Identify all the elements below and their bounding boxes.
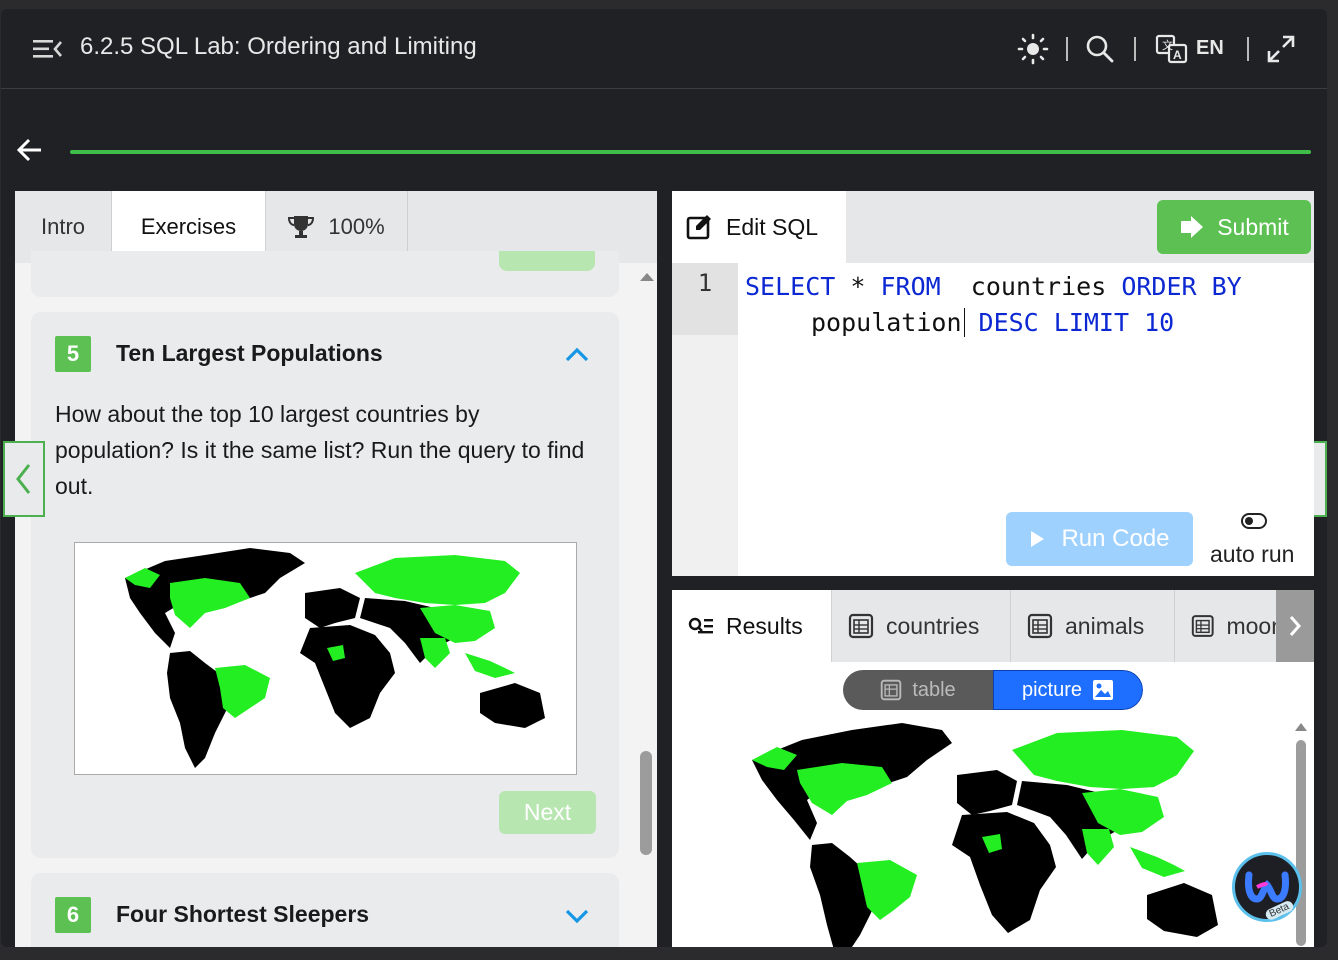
world-map-illustration	[125, 548, 545, 768]
score-label: 100%	[328, 214, 385, 239]
brightness-icon[interactable]	[1015, 31, 1051, 67]
translate-icon[interactable]: 文 A	[1154, 31, 1190, 67]
view-toggle: table picture	[843, 670, 1143, 710]
animals-tab-label: animals	[1065, 612, 1145, 639]
run-code-button[interactable]: Run Code	[1006, 512, 1193, 566]
tab-edit-sql[interactable]: Edit SQL	[672, 191, 846, 263]
chevron-up-icon[interactable]	[564, 344, 590, 364]
submit-button[interactable]: Submit	[1157, 200, 1311, 254]
exercise-description: How about the top 10 largest countries b…	[55, 401, 585, 499]
table-view-button[interactable]: table	[843, 670, 993, 710]
chevron-right-icon	[1289, 616, 1302, 636]
tabs-scroll-right[interactable]	[1276, 590, 1314, 662]
toolbar-divider	[1247, 37, 1249, 61]
sql-keyword: DESC LIMIT 10	[978, 308, 1175, 337]
table-icon	[1191, 615, 1214, 637]
sql-keyword: FROM	[880, 272, 941, 301]
table-icon	[881, 679, 902, 701]
language-selector[interactable]: EN	[1196, 37, 1224, 60]
sql-text: *	[835, 272, 881, 301]
exercise-number-badge: 6	[55, 897, 91, 933]
tab-animals[interactable]: animals	[1011, 590, 1175, 662]
previous-next-button[interactable]	[499, 251, 595, 271]
sql-editor-panel: Edit SQL Submit 1 SELECT * FROM countrie…	[672, 191, 1314, 576]
toolbar-divider	[1066, 37, 1068, 61]
top-bar: 6.2.5 SQL Lab: Ordering and Limiting 文 A…	[1, 9, 1327, 89]
image-icon	[1093, 680, 1114, 700]
sql-keyword: SELECT	[745, 272, 836, 301]
sql-keyword: ORDER BY	[1121, 272, 1242, 301]
tab-results[interactable]: Results	[672, 590, 832, 662]
results-tabs: Results countries animals moon	[672, 590, 1314, 662]
tab-moon[interactable]: moon	[1175, 590, 1285, 662]
submit-label: Submit	[1217, 213, 1289, 240]
svg-text:文: 文	[1162, 38, 1173, 52]
table-icon	[1027, 613, 1053, 639]
results-panel: Results countries animals moon table pic…	[672, 590, 1314, 947]
instructions-panel: Intro Exercises 100% 5 Ten Largest Popul…	[15, 191, 657, 947]
picture-view-button[interactable]: picture	[993, 670, 1143, 710]
back-arrow-icon[interactable]	[15, 135, 45, 165]
progress-bar	[70, 150, 1311, 154]
table-icon	[848, 613, 874, 639]
instructions-scrollbar[interactable]	[640, 751, 652, 855]
table-view-label: table	[912, 678, 956, 701]
result-world-map	[752, 723, 1218, 947]
exercise-title: Ten Largest Populations	[116, 340, 383, 366]
sql-text: population	[811, 308, 962, 337]
exercise-number-badge: 5	[55, 336, 91, 372]
toolbar-divider	[1134, 37, 1136, 61]
exercise-card-5: 5 Ten Largest Populations How about the …	[31, 312, 619, 858]
exercise-title: Four Shortest Sleepers	[116, 901, 370, 927]
trophy-icon	[288, 216, 315, 238]
auto-run-label: auto run	[1210, 541, 1295, 567]
page-title: 6.2.5 SQL Lab: Ordering and Limiting	[80, 33, 477, 60]
play-icon	[1031, 531, 1045, 547]
collapse-menu-icon[interactable]	[33, 36, 63, 62]
chevron-left-icon	[16, 464, 31, 494]
picture-view-label: picture	[1021, 678, 1083, 701]
prev-page-button[interactable]	[3, 441, 45, 517]
run-code-label: Run Code	[1061, 525, 1170, 552]
sql-code-editor[interactable]: SELECT * FROM countries ORDER BY populat…	[745, 269, 1307, 341]
search-icon[interactable]	[1082, 31, 1118, 67]
lab-window: 6.2.5 SQL Lab: Ordering and Limiting 文 A…	[1, 9, 1327, 947]
world-map-image	[74, 542, 577, 775]
edit-sql-label: Edit SQL	[726, 213, 819, 240]
sql-text: countries	[940, 272, 1122, 301]
scroll-up-arrow-icon[interactable]	[637, 267, 657, 287]
results-icon	[688, 617, 713, 634]
editor-tabs: Edit SQL Submit	[672, 191, 1314, 263]
fullscreen-icon[interactable]	[1263, 31, 1299, 67]
countries-tab-label: countries	[886, 612, 980, 639]
submit-arrow-icon	[1181, 216, 1204, 238]
line-number: 1	[672, 263, 738, 335]
scroll-up-arrow-icon[interactable]	[1294, 720, 1308, 734]
exercise-card-6: 6 Four Shortest Sleepers	[31, 873, 619, 947]
app-frame: 6.2.5 SQL Lab: Ordering and Limiting 文 A…	[0, 0, 1338, 960]
edit-icon	[686, 215, 711, 240]
svg-text:A: A	[1173, 48, 1182, 62]
next-button[interactable]: Next	[499, 791, 596, 834]
auto-run-toggle[interactable]	[1241, 513, 1267, 529]
chevron-down-icon[interactable]	[564, 906, 590, 926]
tab-countries[interactable]: countries	[832, 590, 1011, 662]
results-tab-label: Results	[726, 612, 803, 639]
